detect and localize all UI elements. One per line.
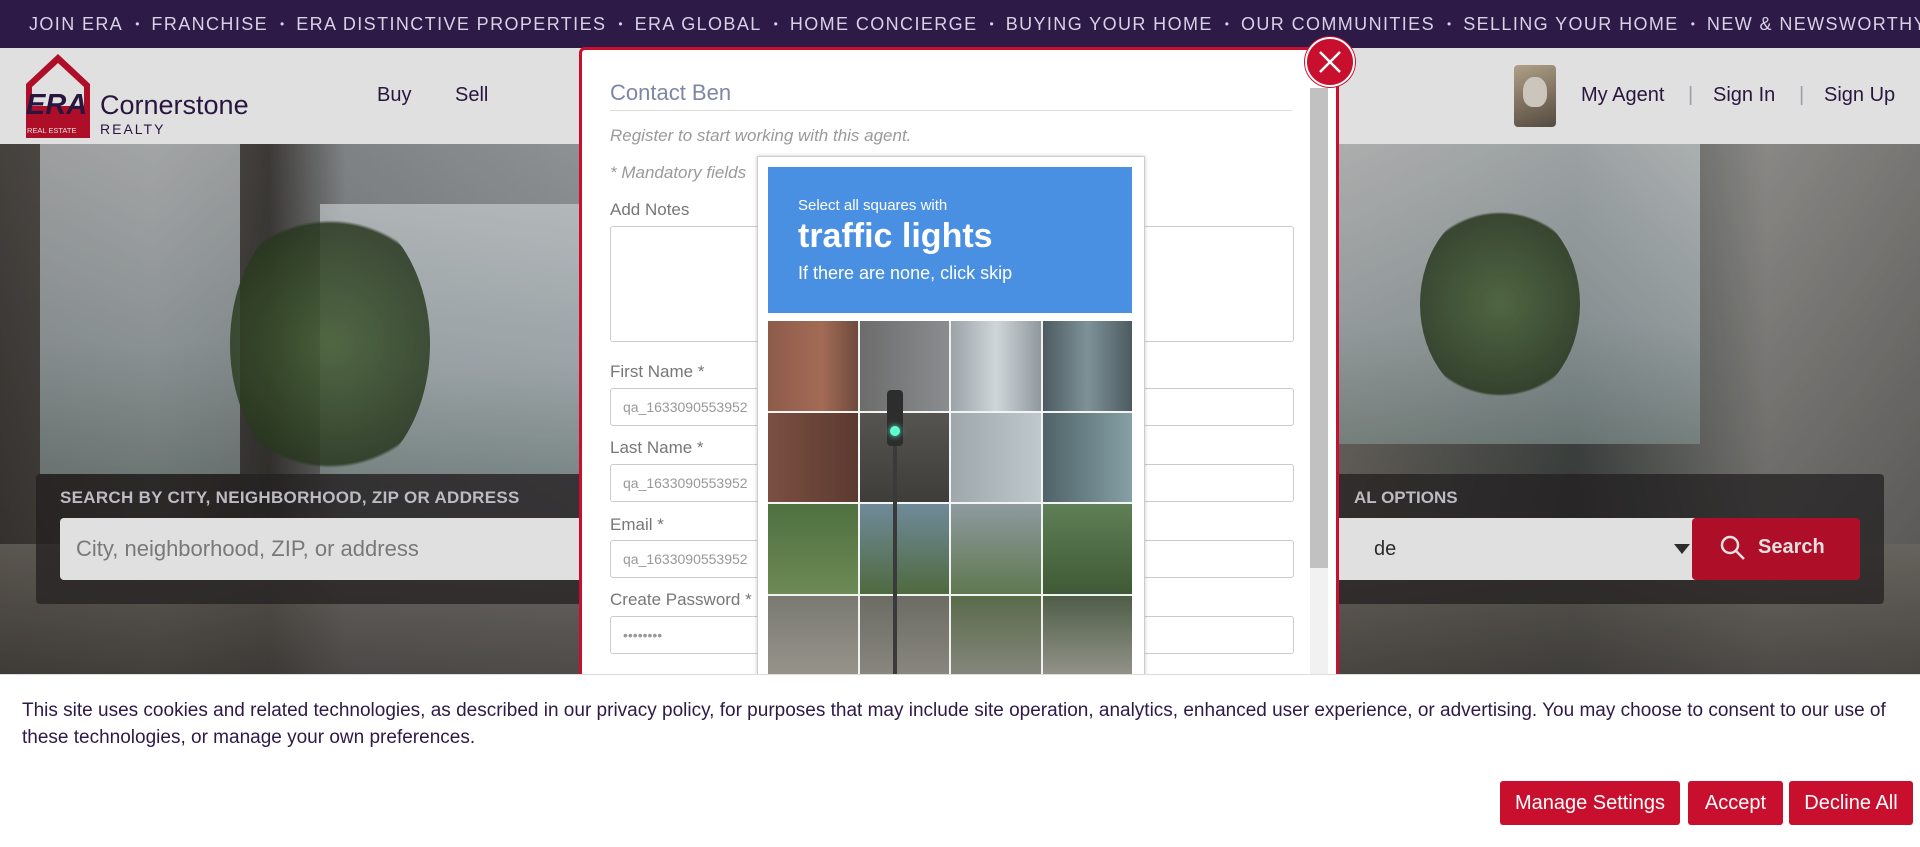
traffic-light-pole [893,446,897,676]
captcha-target: traffic lights [798,217,993,255]
captcha-tile[interactable] [1041,594,1133,677]
accept-button[interactable]: Accept [1688,781,1783,825]
topbar-separator: • [280,17,285,31]
captcha-tile[interactable] [950,594,1042,677]
close-modal-button[interactable] [1305,37,1355,87]
cookie-message: This site uses cookies and related techn… [22,700,1886,748]
password-label: Create Password * [610,590,752,609]
last-name-label: Last Name * [610,438,704,457]
traffic-light-image [887,390,903,446]
topbar-separator: • [773,17,778,31]
captcha-challenge: Select all squares with traffic lights I… [757,156,1145,678]
first-name-label: First Name * [610,362,705,381]
topbar-separator: • [1690,17,1695,31]
topbar-era-global[interactable]: ERA GLOBAL [635,14,762,35]
captcha-tile[interactable] [858,503,950,595]
topbar-distinctive-properties[interactable]: ERA DISTINCTIVE PROPERTIES [296,14,606,35]
captcha-tile[interactable] [858,320,950,412]
captcha-tile[interactable] [767,411,859,503]
green-light-icon [890,426,900,436]
mandatory-note: * Mandatory fields [610,163,747,182]
cookie-banner: This site uses cookies and related techn… [0,674,1920,847]
captcha-tile[interactable] [767,503,859,595]
captcha-grid [767,320,1133,677]
notes-label: Add Notes [610,200,690,219]
captcha-tile[interactable] [858,594,950,677]
modal-title-divider [610,110,1292,111]
topbar-buying-your-home[interactable]: BUYING YOUR HOME [1006,14,1213,35]
topbar-join-era[interactable]: JOIN ERA [29,14,123,35]
topbar-separator: • [989,17,994,31]
topbar-franchise[interactable]: FRANCHISE [151,14,268,35]
captcha-tile[interactable] [1041,320,1133,412]
topbar-new-newsworthy[interactable]: NEW & NEWSWORTHY [1707,14,1920,35]
topbar-our-communities[interactable]: OUR COMMUNITIES [1241,14,1435,35]
manage-settings-button[interactable]: Manage Settings [1500,781,1680,825]
top-utility-bar: JOIN ERA • FRANCHISE • ERA DISTINCTIVE P… [0,0,1920,48]
captcha-tile[interactable] [1041,503,1133,595]
topbar-selling-your-home[interactable]: SELLING YOUR HOME [1463,14,1679,35]
captcha-tile[interactable] [950,411,1042,503]
topbar-separator: • [135,17,140,31]
topbar-separator: • [618,17,623,31]
captcha-tile[interactable] [1041,411,1133,503]
captcha-tile[interactable] [767,594,859,677]
topbar-separator: • [1224,17,1229,31]
captcha-instruction: Select all squares with [798,197,948,214]
modal-title: Contact Ben [610,80,732,105]
captcha-header: Select all squares with traffic lights I… [768,167,1132,313]
email-label: Email * [610,515,664,534]
topbar-separator: • [1446,17,1452,31]
captcha-tile[interactable] [950,320,1042,412]
close-icon [1319,51,1341,73]
decline-all-button[interactable]: Decline All [1789,781,1913,825]
modal-subtitle: Register to start working with this agen… [610,126,912,145]
topbar-home-concierge[interactable]: HOME CONCIERGE [790,14,978,35]
captcha-tile[interactable] [950,503,1042,595]
captcha-tile[interactable] [858,411,950,503]
captcha-tile[interactable] [767,320,859,412]
captcha-skip-hint: If there are none, click skip [798,263,1013,283]
modal-scrollbar-thumb[interactable] [1310,88,1328,568]
